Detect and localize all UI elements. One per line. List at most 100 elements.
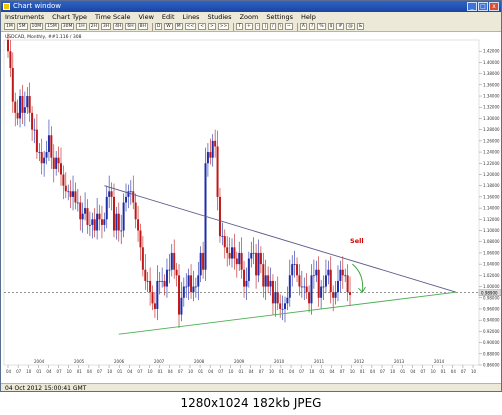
toolbar-button[interactable]: $ xyxy=(327,23,335,30)
toolbar-button[interactable]: @ xyxy=(346,23,355,30)
candle-body xyxy=(33,129,36,131)
candle-body xyxy=(26,96,29,108)
year-label: 2006 xyxy=(114,359,125,364)
toolbar-button[interactable]: > xyxy=(207,23,216,30)
candle-body xyxy=(98,213,101,220)
toolbar-button[interactable]: + xyxy=(245,23,253,30)
menu-lines[interactable]: Lines xyxy=(179,13,204,21)
toolbar-button[interactable]: / xyxy=(269,23,276,30)
chart-window: Chart window _ □ x Instruments Chart Type… xyxy=(0,0,502,392)
toolbar-button[interactable]: W xyxy=(164,23,173,30)
toolbar-button[interactable]: 3H xyxy=(100,23,112,30)
x-tick-label: 01 xyxy=(36,369,42,374)
toolbar-button[interactable]: 6H xyxy=(125,23,136,30)
candle-body xyxy=(86,208,89,225)
toolbar-button[interactable]: 1H xyxy=(76,23,87,30)
menu-help[interactable]: Help xyxy=(297,13,320,21)
toolbar-button[interactable]: 4H xyxy=(113,23,124,30)
candle-body xyxy=(156,280,159,309)
toolbar-button[interactable]: T xyxy=(236,23,244,30)
toolbar-button[interactable]: 8H xyxy=(137,23,148,30)
toolbar-button[interactable]: # xyxy=(336,23,345,30)
x-tick-label: 10 xyxy=(309,369,315,374)
menu-studies[interactable]: Studies xyxy=(203,13,235,21)
forecast-arrowhead xyxy=(358,286,366,293)
year-label: 2011 xyxy=(314,359,325,364)
y-tick-label: 0.98000 xyxy=(483,295,500,300)
x-tick-label: 04 xyxy=(6,369,12,374)
toolbar-button[interactable]: << xyxy=(184,23,197,30)
candle-body xyxy=(293,264,296,265)
toolbar-button[interactable]: 30M xyxy=(60,23,75,30)
menu-view[interactable]: View xyxy=(134,13,157,21)
toolbar-button[interactable]: 5M xyxy=(16,23,28,30)
menu-zoom[interactable]: Zoom xyxy=(236,13,263,21)
candle-body xyxy=(315,269,318,276)
candle-body xyxy=(100,219,103,225)
menu-edit[interactable]: Edit xyxy=(158,13,179,21)
toolbar-button[interactable]: D xyxy=(154,23,163,30)
y-tick-label: 1.28000 xyxy=(483,127,500,132)
price-chart[interactable]: USDCAD, Monthly, ##1.116 / 308 1.42000 1.4… xyxy=(1,32,501,383)
candle-body xyxy=(23,107,26,113)
toolbar-button[interactable]: \ xyxy=(277,23,284,30)
candle-body xyxy=(38,152,41,153)
toolbar-button[interactable]: M xyxy=(174,23,183,30)
status-timestamp: 04 Oct 2012 15:00:41 GMT xyxy=(5,385,87,392)
menu-time-scale[interactable]: Time Scale xyxy=(91,13,134,21)
x-tick-label: 01 xyxy=(239,369,245,374)
candle-body xyxy=(161,280,164,282)
y-tick-label: 1.18000 xyxy=(483,183,500,188)
year-label: 2009 xyxy=(234,359,245,364)
candle-body xyxy=(300,286,303,288)
x-tick-label: 10 xyxy=(350,369,356,374)
toolbar-button[interactable]: ~ xyxy=(285,23,293,30)
menu-instruments[interactable]: Instruments xyxy=(1,13,48,21)
toolbar-button[interactable]: & xyxy=(356,23,365,30)
toolbar-button[interactable]: >> xyxy=(217,23,230,30)
candle-body xyxy=(28,96,31,113)
toolbar-button[interactable]: | xyxy=(262,23,268,30)
candle-body xyxy=(324,275,327,287)
candle-body xyxy=(132,191,135,203)
toolbar-button[interactable]: A xyxy=(299,23,307,30)
maximize-button[interactable]: □ xyxy=(478,2,488,11)
toolbar-button[interactable]: 15M xyxy=(45,23,59,30)
x-tick-label: 01 xyxy=(77,369,83,374)
candle-body xyxy=(303,286,306,288)
caption-dimensions: 1280x1024 xyxy=(180,396,249,410)
menu-settings[interactable]: Settings xyxy=(262,13,297,21)
toolbar-separator xyxy=(151,22,153,31)
minimize-button[interactable]: _ xyxy=(467,2,477,11)
menu-chart-type[interactable]: Chart Type xyxy=(48,13,91,21)
candle-body xyxy=(11,68,14,102)
x-tick-label: 07 xyxy=(340,369,346,374)
x-tick-label: 10 xyxy=(188,369,194,374)
candle-body xyxy=(31,112,34,130)
toolbar-button[interactable]: 1M xyxy=(4,23,15,30)
candle-body xyxy=(141,247,144,270)
toolbar-button[interactable]: 10M xyxy=(29,23,44,30)
candle-body xyxy=(88,224,91,226)
toolbar-button[interactable]: ? xyxy=(308,23,316,30)
toolbar-separator xyxy=(233,22,235,31)
y-tick-label: 0.88000 xyxy=(483,351,500,356)
candle-body xyxy=(153,303,156,309)
y-tick-label: 0.94000 xyxy=(483,318,500,323)
toolbar-button[interactable]: % xyxy=(317,23,326,30)
x-tick-label: 04 xyxy=(410,369,416,374)
candle-body xyxy=(96,213,99,231)
candle-body xyxy=(305,286,308,293)
candle-body xyxy=(252,252,255,254)
x-tick-label: 01 xyxy=(158,369,164,374)
toolbar-button[interactable]: < xyxy=(198,23,206,30)
sell-label: Sell xyxy=(350,237,364,245)
candle-body xyxy=(158,280,161,282)
toolbar-button[interactable]: - xyxy=(254,23,261,30)
close-button[interactable]: x xyxy=(489,2,499,11)
candle-body xyxy=(209,152,212,158)
candle-body xyxy=(115,213,118,231)
x-tick-label: 04 xyxy=(370,369,376,374)
toolbar-button[interactable]: 2H xyxy=(88,23,99,30)
x-tick-label: 01 xyxy=(117,369,123,374)
